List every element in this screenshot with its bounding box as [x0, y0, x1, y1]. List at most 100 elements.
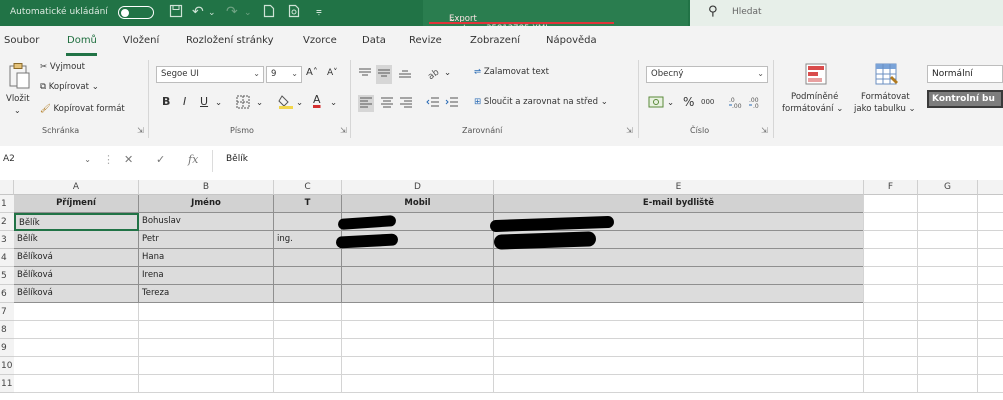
format-as-table-label-1[interactable]: Formátovat — [861, 92, 910, 102]
customize-qat-icon[interactable]: ⩦ — [316, 6, 322, 17]
conditional-formatting-button[interactable]: formátování ⌄ — [782, 104, 843, 114]
cut-button[interactable]: ✂ Vyjmout — [40, 62, 85, 72]
tab-zobrazeni[interactable]: Zobrazení — [470, 35, 520, 46]
paste-caret-icon[interactable]: ⌄ — [14, 106, 21, 115]
table-cell[interactable]: ing. — [274, 231, 342, 249]
increase-indent-icon[interactable] — [445, 95, 459, 112]
style-normal[interactable]: Normální — [927, 65, 1003, 83]
font-size-dropdown[interactable]: 9 ⌄ — [266, 66, 302, 83]
row-header[interactable]: 10 — [0, 357, 14, 375]
header-cell-prijmeni[interactable]: Příjmení — [14, 195, 139, 213]
tab-domu[interactable]: Domů — [67, 35, 97, 46]
font-launcher-icon[interactable]: ⇲ — [340, 126, 347, 135]
table-cell[interactable] — [342, 249, 494, 267]
table-cell[interactable]: Bělíková — [14, 285, 139, 303]
borders-icon[interactable] — [236, 95, 250, 112]
copy-button[interactable]: ⧉ Kopírovat ⌄ — [40, 82, 99, 92]
table-cell-selected[interactable]: Bělík — [14, 213, 139, 231]
row-header[interactable]: 3 — [0, 231, 14, 249]
table-cell[interactable] — [494, 267, 864, 285]
borders-caret-icon[interactable]: ⌄ — [256, 98, 263, 108]
print-preview-icon[interactable] — [288, 4, 300, 22]
percent-style-button[interactable]: % — [683, 95, 694, 109]
wrap-text-button[interactable]: ⇌ Zalamovat text — [474, 67, 549, 77]
table-cell[interactable] — [342, 285, 494, 303]
row-header[interactable]: 11 — [0, 375, 14, 393]
column-header[interactable]: A — [14, 180, 139, 195]
paste-label[interactable]: Vložit — [6, 94, 30, 104]
orientation-icon[interactable]: ab — [426, 66, 441, 83]
fill-caret-icon[interactable]: ⌄ — [296, 98, 303, 108]
align-middle-icon[interactable] — [376, 65, 392, 84]
table-cell[interactable] — [494, 249, 864, 267]
align-center-icon[interactable] — [380, 95, 394, 112]
column-header[interactable] — [978, 180, 1003, 195]
merge-center-button[interactable]: ⊞ Sloučit a zarovnat na střed ⌄ — [474, 97, 608, 107]
paste-icon[interactable] — [8, 62, 30, 93]
style-check-cell[interactable]: Kontrolní bu — [927, 90, 1003, 108]
align-right-icon[interactable] — [399, 95, 413, 112]
grow-font-button[interactable]: A˄ — [306, 67, 318, 78]
underline-button[interactable]: U — [200, 95, 208, 108]
row-header[interactable]: 7 — [0, 303, 14, 321]
tab-rozlozeni[interactable]: Rozložení stránky — [186, 35, 274, 46]
table-cell[interactable]: Bohuslav — [139, 213, 274, 231]
table-cell[interactable] — [494, 285, 864, 303]
format-as-table-icon[interactable] — [874, 62, 900, 89]
table-cell[interactable] — [342, 267, 494, 285]
table-cell[interactable] — [274, 267, 342, 285]
tab-vzorce[interactable]: Vzorce — [303, 35, 337, 46]
orientation-caret-icon[interactable]: ⌄ — [444, 68, 451, 78]
align-bottom-icon[interactable] — [398, 67, 412, 82]
row-header[interactable]: 6 — [0, 285, 14, 303]
table-cell[interactable] — [274, 285, 342, 303]
decrease-indent-icon[interactable] — [426, 95, 440, 112]
conditional-formatting-label-1[interactable]: Podmíněné — [791, 92, 838, 102]
number-format-dropdown[interactable]: Obecný ⌄ — [646, 66, 768, 83]
decrease-decimal-icon[interactable]: .00.0 — [748, 95, 762, 112]
save-icon[interactable] — [169, 4, 183, 22]
column-header[interactable]: D — [342, 180, 494, 195]
font-color-caret-icon[interactable]: ⌄ — [330, 98, 337, 108]
undo-icon[interactable]: ↶ — [192, 4, 204, 20]
row-header[interactable]: 9 — [0, 339, 14, 357]
new-file-icon[interactable] — [263, 4, 275, 22]
table-cell[interactable] — [274, 249, 342, 267]
header-cell-t[interactable]: T — [274, 195, 342, 213]
bold-button[interactable]: B — [162, 95, 170, 108]
format-as-table-button[interactable]: jako tabulku ⌄ — [854, 104, 916, 114]
column-header[interactable]: F — [864, 180, 918, 195]
row-header[interactable]: 2 — [0, 213, 14, 231]
insert-function-icon[interactable]: fx — [188, 153, 198, 166]
empty-rows[interactable] — [14, 303, 1003, 393]
alignment-launcher-icon[interactable]: ⇲ — [626, 126, 633, 135]
tab-data[interactable]: Data — [362, 35, 386, 46]
comma-style-button[interactable]: 000 — [701, 98, 714, 106]
table-cell[interactable]: Bělík — [14, 231, 139, 249]
row-header[interactable]: 1 — [0, 195, 14, 213]
table-cell[interactable]: Bělíková — [14, 249, 139, 267]
column-header[interactable]: C — [274, 180, 342, 195]
underline-caret-icon[interactable]: ⌄ — [215, 98, 222, 108]
column-header[interactable]: B — [139, 180, 274, 195]
header-cell-email[interactable]: E-mail bydliště — [494, 195, 864, 213]
tab-vlozeni[interactable]: Vložení — [123, 35, 159, 46]
undo-caret-icon[interactable]: ⌄ — [208, 8, 216, 18]
column-header[interactable]: E — [494, 180, 864, 195]
clipboard-launcher-icon[interactable]: ⇲ — [137, 126, 144, 135]
tab-soubor[interactable]: Soubor — [4, 35, 39, 46]
document-title[interactable]: Export sestava_35813785.XML ⌄ — [423, 0, 688, 34]
enter-icon[interactable]: ✓ — [156, 153, 165, 166]
tab-napoveda[interactable]: Nápověda — [546, 35, 597, 46]
header-cell-jmeno[interactable]: Jméno — [139, 195, 274, 213]
table-cell[interactable]: Petr — [139, 231, 274, 249]
font-color-icon[interactable]: A — [313, 93, 321, 106]
align-top-icon[interactable] — [358, 67, 372, 82]
cancel-icon[interactable]: ✕ — [124, 153, 133, 166]
more-options-icon[interactable]: ⋮ — [103, 153, 114, 166]
conditional-formatting-icon[interactable] — [804, 62, 828, 89]
table-cell[interactable]: Bělíková — [14, 267, 139, 285]
tab-revize[interactable]: Revize — [409, 35, 442, 46]
row-header[interactable]: 8 — [0, 321, 14, 339]
font-name-dropdown[interactable]: Segoe UI ⌄ — [156, 66, 264, 83]
